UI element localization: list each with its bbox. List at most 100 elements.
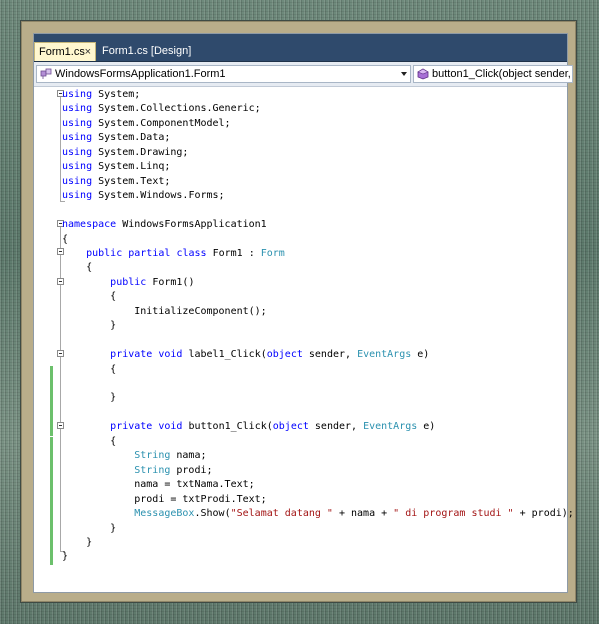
code-line: using System.ComponentModel; [62,117,231,131]
code-line: using System.Collections.Generic; [62,102,261,116]
code-line: } [62,550,68,564]
code-keyword: private [110,349,153,361]
code-keyword: using [62,103,93,115]
code-keyword: using [62,89,93,100]
code-keyword: void [158,421,183,433]
code-text: } [62,551,69,563]
code-type: String [134,464,171,476]
code-editor-window: Form1.cs × Form1.cs [Design] WindowsForm… [33,33,574,593]
member-dropdown-value: button1_Click(object sender, Eve [432,68,572,80]
code-text: { [62,291,117,303]
code-line: private void button1_Click(object sender… [62,420,435,434]
code-line: { [62,435,116,449]
code-text: System.Text; [92,175,171,187]
fold-guide [60,97,61,201]
tab-label: Form1.cs [39,46,85,58]
code-text: WindowsFormsApplication1 [116,219,267,231]
code-text: e) [411,349,430,361]
code-keyword: using [62,190,93,202]
code-line: String prodi; [62,464,212,478]
tab-form1-design[interactable]: Form1.cs [Design] [98,42,195,61]
code-type: MessageBox [134,508,195,520]
code-keyword: public [110,276,147,288]
code-text: label1_Click( [182,349,267,361]
class-dropdown-value: WindowsFormsApplication1.Form1 [55,68,226,80]
code-keyword: object [272,421,309,433]
code-text: } [62,392,117,404]
code-keyword: using [62,175,93,187]
code-editor[interactable]: using System; using System.Collections.Ge… [34,87,574,592]
code-text: button1_Click( [182,421,273,433]
code-line: using System; [62,88,140,102]
code-line: using System.Windows.Forms; [62,189,225,203]
code-line: namespace WindowsFormsApplication1 [62,218,267,232]
code-text: nama; [170,450,207,462]
code-text: Form1() [146,276,195,288]
code-text: sender, [308,421,364,433]
code-line: using System.Data; [62,131,170,145]
code-text: } [62,522,117,534]
class-dropdown[interactable]: WindowsFormsApplication1.Form1 [36,65,411,83]
chevron-down-icon[interactable] [401,72,407,76]
code-keyword: using [62,117,93,129]
code-line: { [62,363,116,377]
code-line: using System.Text; [62,175,170,189]
code-text: } [62,536,93,548]
close-icon[interactable]: × [85,43,91,61]
code-text: System.Linq; [92,161,171,173]
change-indicator [50,366,53,436]
code-keyword: using [62,132,93,144]
code-line: private void label1_Click(object sender,… [62,348,429,362]
code-text: Form1 : [206,247,261,259]
code-type: EventArgs [357,349,412,361]
fold-guide [60,227,61,551]
code-text: System.Data; [92,132,171,144]
code-line: { [62,290,116,304]
code-keyword: void [158,349,183,361]
code-text: System.ComponentModel; [92,117,231,129]
code-line: } [62,522,116,536]
code-line: } [62,536,92,550]
code-keyword: object [266,349,303,361]
code-text: System.Collections.Generic; [92,103,261,115]
code-keyword: using [62,146,93,158]
code-text: { [62,363,117,375]
code-text: System.Drawing; [92,146,189,158]
code-line: String nama; [62,449,207,463]
code-keyword: namespace [62,219,117,231]
code-text: + prodi); [513,508,574,520]
code-text: nama = txtNama.Text; [62,479,255,491]
code-text: { [62,435,117,447]
code-type: Form [260,247,285,259]
code-keyword: private [110,421,153,433]
code-keyword: public [86,247,123,259]
code-text: + nama + [332,508,394,520]
code-text: InitializeComponent(); [62,305,267,317]
code-line: public Form1() [62,276,194,290]
method-icon [417,68,429,80]
code-text: System.Windows.Forms; [92,190,225,202]
tab-form1-cs[interactable]: Form1.cs × [34,42,96,61]
document-tab-strip: Form1.cs × Form1.cs [Design] [34,34,567,62]
code-keyword: using [62,161,93,173]
code-text: { [62,262,93,274]
code-string: " di program studi " [393,508,514,520]
code-string: "Selamat datang " [230,508,333,520]
code-text: e) [417,421,436,433]
member-dropdown[interactable]: button1_Click(object sender, Eve [413,65,573,83]
code-text: sender, [302,349,358,361]
code-text: .Show( [194,508,231,520]
code-line: MessageBox.Show("Selamat datang " + nama… [62,507,574,521]
code-line: prodi = txtProdi.Text; [62,493,267,507]
change-indicator [50,437,53,565]
code-text: prodi = txtProdi.Text; [62,493,267,505]
code-type: EventArgs [363,421,418,433]
code-type: String [134,450,171,462]
code-keyword: class [176,247,207,259]
